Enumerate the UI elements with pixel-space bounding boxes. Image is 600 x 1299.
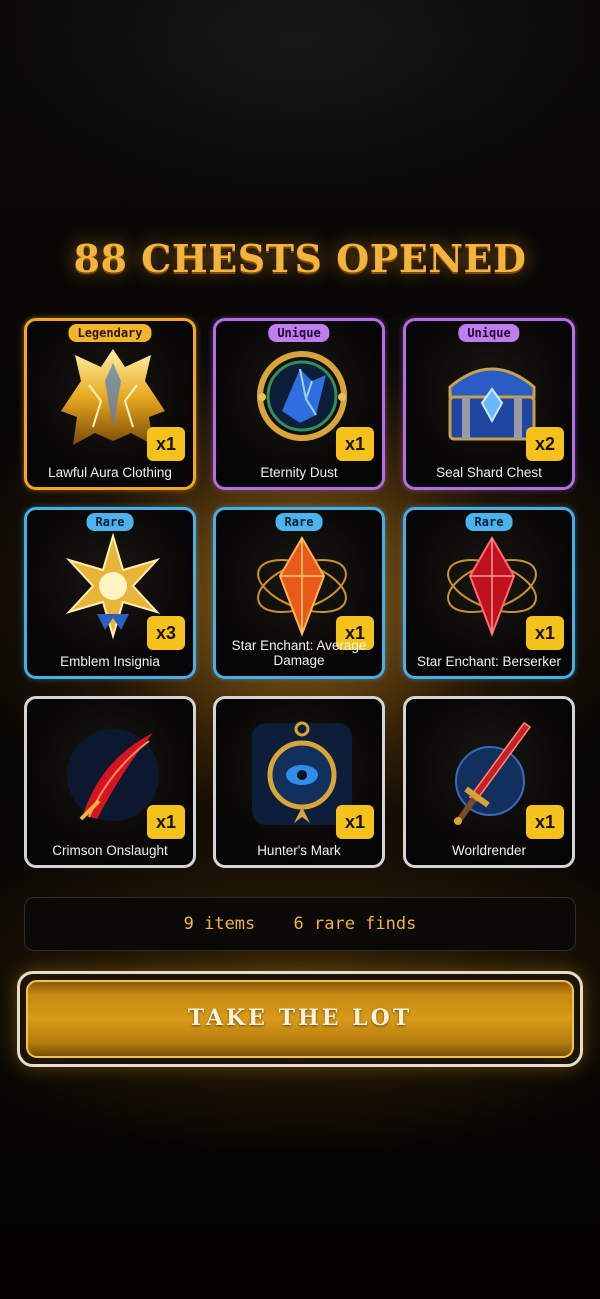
reward-card-hunters-mark[interactable]: x1 Hunter's Mark — [213, 696, 385, 868]
reward-card-worldrender[interactable]: x1 Worldrender — [403, 696, 575, 868]
rarity-badge: Legendary — [68, 324, 152, 342]
rarity-badge: Unique — [458, 324, 520, 342]
quantity-badge: x1 — [147, 427, 185, 461]
take-the-lot-button[interactable]: TAKE THE LOT — [26, 980, 574, 1058]
reward-card-star-enchant-berserker[interactable]: Rare x1 Star Enchant: Berserker — [403, 507, 575, 679]
rarity-badge: Rare — [275, 513, 323, 531]
item-name: Emblem Insignia — [60, 654, 160, 669]
quantity-badge: x3 — [147, 616, 185, 650]
rarity-badge: Rare — [465, 513, 513, 531]
summary-bar: 9 items 6 rare finds — [24, 897, 576, 951]
item-name: Crimson Onslaught — [52, 843, 168, 858]
quantity-badge: x1 — [336, 427, 374, 461]
reward-card-star-enchant-average-damage[interactable]: Rare x1 Star Enchant: Average Damage — [213, 507, 385, 679]
item-name: Star Enchant: Berserker — [416, 654, 562, 669]
take-the-lot-button-frame[interactable]: TAKE THE LOT — [17, 971, 583, 1067]
reward-card-emblem-insignia[interactable]: Rare x3 Emblem Insignia — [24, 507, 196, 679]
rarity-badge: Rare — [86, 513, 134, 531]
reward-card-crimson-onslaught[interactable]: x1 Crimson Onslaught — [24, 696, 196, 868]
item-name: Hunter's Mark — [257, 843, 341, 858]
items-count: 9 items — [183, 914, 256, 934]
quantity-badge: x1 — [526, 616, 564, 650]
reward-card-seal-shard-chest[interactable]: Unique x2 Seal Shard Chest — [403, 318, 575, 490]
item-name: Worldrender — [451, 843, 527, 858]
chest-results-screen: 88 CHESTS OPENED Legendary x1 Lawful Aur… — [0, 0, 600, 1299]
reward-card-eternity-dust[interactable]: Unique x1 Eternity Dust — [213, 318, 385, 490]
quantity-badge: x1 — [336, 805, 374, 839]
item-name: Seal Shard Chest — [436, 465, 542, 480]
rarity-badge: Unique — [268, 324, 330, 342]
item-name: Lawful Aura Clothing — [48, 465, 172, 480]
quantity-badge: x1 — [526, 805, 564, 839]
quantity-badge: x2 — [526, 427, 564, 461]
reward-card-lawful-aura-clothing[interactable]: Legendary x1 Lawful Aura Clothing — [24, 318, 196, 490]
quantity-badge: x1 — [147, 805, 185, 839]
item-name: Eternity Dust — [260, 465, 338, 480]
item-name: Star Enchant: Average Damage — [231, 638, 367, 668]
page-title: 88 CHESTS OPENED — [73, 236, 527, 281]
rare-finds-count: 6 rare finds — [293, 914, 417, 934]
